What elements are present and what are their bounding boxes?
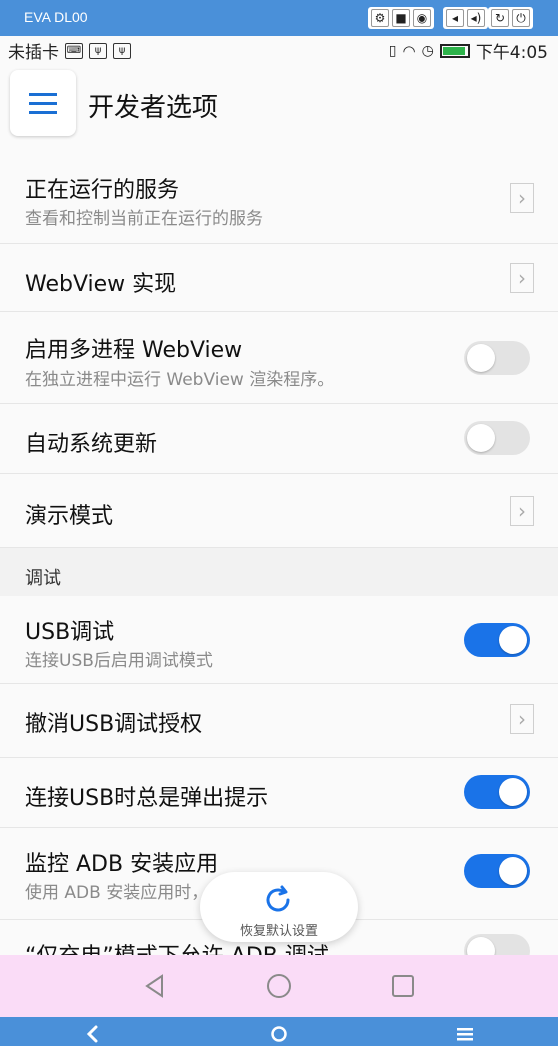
row-title: USB调试 <box>25 620 115 645</box>
chevron-right-icon: › <box>510 704 534 734</box>
refresh-icon <box>266 885 290 912</box>
emulator-back-icon[interactable] <box>78 1019 108 1046</box>
home-icon[interactable] <box>264 971 294 1001</box>
keyboard-icon: ⌨ <box>65 42 83 59</box>
status-bar: 未插卡 ⌨ ψ ψ ▯ ◠ ◷ 下午4:05 <box>0 36 558 63</box>
toggle-usb-prompt[interactable] <box>464 775 530 809</box>
row-demo-mode[interactable]: 演示模式 › <box>0 474 558 548</box>
screen: EVA DL00 ⚙ ■ ◉ ◂ ◂) ↻ ⏻ 未插卡 ⌨ ψ ψ ▯ ◠ ◷ … <box>0 0 558 1046</box>
hamburger-line <box>29 110 57 114</box>
back-icon[interactable] <box>140 971 170 1001</box>
section-header-debug: 调试 <box>0 548 558 596</box>
power-icon[interactable]: ⏻ <box>512 9 530 27</box>
toggle-adb-install-monitor[interactable] <box>464 854 530 888</box>
emulator-top-bar: EVA DL00 ⚙ ■ ◉ ◂ ◂) ↻ ⏻ <box>0 0 558 36</box>
row-auto-system-update[interactable]: 自动系统更新 <box>0 404 558 474</box>
row-revoke-usb-auth[interactable]: 撤消USB调试授权 › <box>0 684 558 758</box>
row-title: 正在运行的服务 <box>25 178 180 203</box>
vibrate-icon: ▯ <box>388 42 397 59</box>
emulator-title: EVA DL00 <box>24 9 88 25</box>
emulator-volume-group: ◂ ◂) <box>443 7 488 29</box>
restore-defaults-label: 恢复默认设置 <box>239 924 318 939</box>
navigation-bar <box>0 955 558 1017</box>
emulator-home-icon[interactable] <box>264 1019 294 1046</box>
row-title: 演示模式 <box>25 504 114 529</box>
alarm-icon: ◷ <box>421 42 434 59</box>
clock: 下午4:05 <box>475 43 548 63</box>
emulator-power-group: ↻ ⏻ <box>488 7 533 29</box>
hamburger-icon <box>29 92 57 96</box>
row-usb-prompt[interactable]: 连接USB时总是弹出提示 <box>0 758 558 828</box>
row-title: 撤消USB调试授权 <box>25 712 203 737</box>
chevron-right-icon: › <box>510 496 534 526</box>
chevron-right-icon: › <box>510 263 534 293</box>
row-subtitle: 在独立进程中运行 WebView 渲染程序。 <box>25 370 335 390</box>
row-webview-multiprocess[interactable]: 启用多进程 WebView 在独立进程中运行 WebView 渲染程序。 <box>0 312 558 404</box>
hamburger-line <box>29 101 57 105</box>
rotate-icon[interactable]: ↻ <box>491 9 509 27</box>
row-title: 启用多进程 WebView <box>25 338 243 363</box>
row-title: 自动系统更新 <box>25 432 158 457</box>
emulator-menu-icon[interactable] <box>450 1019 480 1046</box>
toggle-usb-debugging[interactable] <box>464 623 530 657</box>
chevron-right-icon: › <box>510 183 534 213</box>
volume-up-icon[interactable]: ◂) <box>467 9 485 27</box>
restore-defaults-button[interactable]: 恢复默认设置 <box>200 872 358 942</box>
gear-icon[interactable]: ⚙ <box>371 9 389 27</box>
video-icon[interactable]: ■ <box>392 9 410 27</box>
emulator-bottom-bar <box>0 1017 558 1046</box>
row-title: 连接USB时总是弹出提示 <box>25 786 269 811</box>
camera-icon[interactable]: ◉ <box>413 9 431 27</box>
row-title: 监控 ADB 安装应用 <box>25 852 219 877</box>
battery-icon <box>439 43 470 58</box>
page-title: 开发者选项 <box>88 93 219 123</box>
toggle-auto-system-update[interactable] <box>464 421 530 455</box>
volume-down-icon[interactable]: ◂ <box>446 9 464 27</box>
usb-icon: ψ <box>89 42 107 59</box>
emulator-tools-group: ⚙ ■ ◉ <box>368 7 434 29</box>
section-title: 调试 <box>25 568 61 589</box>
menu-button[interactable] <box>10 70 76 136</box>
recents-icon[interactable] <box>388 971 418 1001</box>
row-running-services[interactable]: 正在运行的服务 查看和控制当前正在运行的服务 › <box>0 152 558 244</box>
row-subtitle: 连接USB后启用调试模式 <box>25 651 213 671</box>
toolbar: 开发者选项 <box>0 62 558 144</box>
row-subtitle: 查看和控制当前正在运行的服务 <box>25 209 263 229</box>
wifi-icon: ◠ <box>402 41 416 60</box>
toggle-webview-multiprocess[interactable] <box>464 341 530 375</box>
usb-debug-icon: ψ <box>113 42 131 59</box>
row-usb-debugging[interactable]: USB调试 连接USB后启用调试模式 <box>0 596 558 684</box>
row-webview-impl[interactable]: WebView 实现 › <box>0 244 558 312</box>
row-title: WebView 实现 <box>25 272 177 297</box>
carrier-label: 未插卡 <box>8 43 59 63</box>
